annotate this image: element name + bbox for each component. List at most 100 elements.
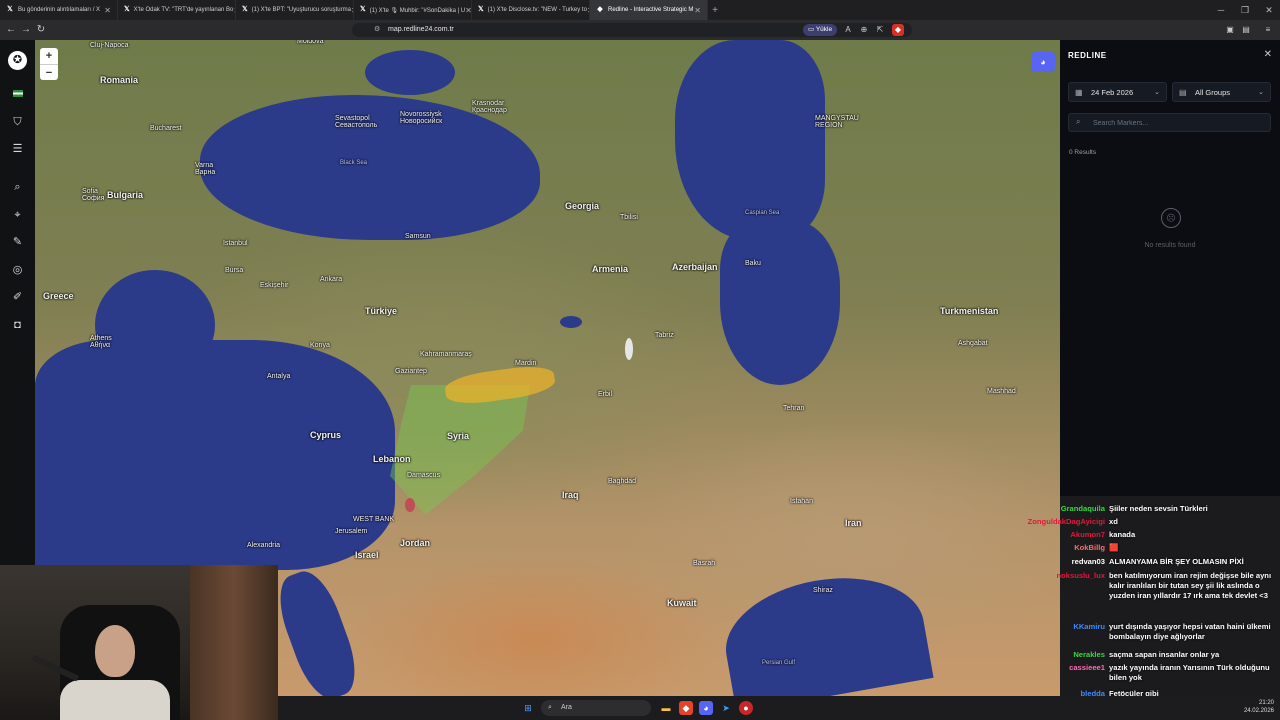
discord-icon[interactable]: ◕ (1031, 52, 1055, 72)
chat-username[interactable]: Akumon7 (1070, 530, 1105, 540)
share-icon[interactable]: ⇱ (874, 24, 886, 36)
tab-title: Bu gönderinin alıntılamaları / X (18, 7, 101, 13)
chat-username[interactable]: KKamiru (1073, 622, 1105, 632)
camera-icon[interactable]: ◘ (8, 316, 27, 335)
browser-tab[interactable]: 𝕏 (1) X'te 🎙 Muhbir: "#SonDakika | U ✕ (354, 0, 472, 20)
map-label: Samsun (405, 233, 431, 240)
results-count: 0 Results (1069, 149, 1097, 156)
browser-tab[interactable]: 𝕏(1) X'te Disclose.tv: "NEW - Turkey to✕ (472, 0, 590, 20)
map-label: WEST BANK (353, 516, 395, 523)
map-label: Ankara (320, 276, 343, 283)
maximize-icon[interactable]: ❐ (1234, 0, 1256, 20)
tab-close-icon[interactable]: ✕ (694, 6, 701, 15)
draw-icon[interactable]: ✐ (8, 288, 27, 307)
translate-button[interactable]: ▭ Yükle (803, 24, 838, 36)
sliders-icon[interactable]: ☰ (8, 140, 27, 159)
close-window-icon[interactable]: ✕ (1258, 0, 1280, 20)
map-label: Turkmenistan (940, 306, 999, 316)
ruler-icon[interactable]: ✎ (8, 233, 27, 252)
filter-icon: ▤ (1179, 88, 1187, 97)
empty-state-text: No results found (1144, 242, 1196, 249)
new-tab-icon[interactable]: + (708, 5, 722, 16)
map-label: Shiraz (813, 587, 833, 594)
site-info-icon[interactable]: ⚙ (374, 23, 380, 37)
x-icon: 𝕏 (360, 6, 366, 13)
minimize-icon[interactable]: ─ (1210, 0, 1232, 20)
chat-text: 🟥 (1109, 543, 1119, 552)
obs-icon[interactable]: ● (739, 701, 753, 715)
chat-username[interactable]: noksuslu_lux (1056, 571, 1105, 581)
chat-username[interactable]: ZonguldakDagAyicigi (1028, 517, 1105, 527)
map-label: Antalya (267, 373, 291, 380)
mediterranean-sea (35, 340, 395, 570)
tab-title: (1) X'te 🎙 Muhbir: "#SonDakika | U (369, 7, 466, 14)
shield-icon[interactable]: ⛉ (8, 113, 27, 132)
windows-start-icon[interactable]: ⊞ (521, 701, 535, 715)
map-label: Syria (447, 431, 470, 441)
search-icon[interactable]: ⌕ (8, 178, 27, 197)
pin-icon[interactable]: ⌖ (8, 206, 27, 225)
chat-username[interactable]: cassieee1 (1069, 663, 1105, 673)
telegram-icon[interactable]: ➤ (719, 701, 733, 715)
zoom-icon[interactable]: ⊕ (858, 24, 870, 36)
tab-close-icon[interactable]: ✕ (104, 6, 111, 15)
map-label: Iraq (562, 490, 579, 500)
group-select[interactable]: ▤ All Groups ⌄ (1172, 82, 1271, 102)
taskbar-search[interactable]: ⌕ Ara (541, 700, 651, 716)
brave-icon[interactable]: ◆ (679, 701, 693, 715)
forward-icon[interactable]: → (19, 23, 33, 37)
clock[interactable]: 21:20 24.02.2026 (1244, 699, 1274, 715)
wallet-icon[interactable]: ▤ (1240, 24, 1252, 36)
zoom-in-button[interactable]: + (40, 48, 58, 64)
tab-title: (1) X'te BPT: "Uyuşturucu soruşturma (251, 7, 351, 13)
conflict-marker (405, 498, 415, 512)
browser-tab[interactable]: 𝕏(1) X'te BPT: "Uyuşturucu soruşturma✕ (236, 0, 354, 20)
map-label: Erbil (598, 391, 613, 398)
browser-tab[interactable]: 𝕏 Bu gönderinin alıntılamaları / X ✕ (0, 0, 118, 20)
flag-icon[interactable] (8, 85, 27, 104)
chat-text: Şiiler neden sevsin Türkleri (1109, 504, 1208, 513)
zoom-out-button[interactable]: − (40, 64, 58, 81)
chat-text: saçma sapan insanlar onlar ya (1109, 650, 1220, 659)
logo-icon[interactable]: ✪ (8, 51, 27, 70)
chat-text: kanada (1109, 530, 1136, 539)
chat-username[interactable]: KokBillg (1074, 543, 1105, 553)
reload-icon[interactable]: ↻ (34, 23, 48, 37)
map-label: Tbilisi (620, 214, 638, 221)
map-label: Mashhad (987, 388, 1016, 395)
map-label: Türkiye (365, 306, 398, 316)
discord-taskbar-icon[interactable]: ◕ (699, 701, 713, 715)
tab-close-icon[interactable]: ✕ (465, 6, 471, 15)
browser-tab[interactable]: 𝕏X'te Odak TV: "TRT'de yayınlanan Bo✕ (118, 0, 236, 20)
search-icon: ⌕ (548, 704, 552, 711)
brave-shield-icon[interactable]: ◆ (892, 24, 904, 36)
lake-urmia (625, 338, 633, 360)
url-text: map.redline24.com.tr (388, 26, 454, 33)
folder-icon[interactable]: ▬ (659, 701, 673, 715)
panel-close-icon[interactable]: ✕ (1264, 49, 1272, 60)
target-icon[interactable]: ◎ (8, 261, 27, 280)
x-icon: 𝕏 (7, 6, 13, 13)
map-label: Greece (43, 291, 74, 301)
map-label: Black Sea (340, 160, 368, 166)
back-icon[interactable]: ← (4, 23, 18, 37)
map-label: Persian Gulf (762, 660, 796, 666)
translate-page-icon[interactable]: A (842, 24, 854, 36)
tab-title: (1) X'te Disclose.tv: "NEW - Turkey to (487, 7, 587, 13)
tab-title: Redline - Interactive Strategic M (608, 7, 694, 13)
chat-username[interactable]: Grandaquila (1061, 504, 1105, 514)
streamer-body (60, 680, 170, 720)
chat-username[interactable]: Nerakles (1073, 650, 1105, 660)
zoom-control: + − (40, 48, 58, 80)
chat-text: ben katılmıyorum iran rejim değişse bile… (1109, 571, 1272, 600)
extensions-icon[interactable]: ▣ (1224, 24, 1236, 36)
stream-chat: Grandaquila Şiiler neden sevsin Türkleri Z… (1028, 496, 1280, 712)
marker-search-input[interactable] (1091, 116, 1265, 131)
chat-username[interactable]: redvan03 (1072, 557, 1105, 567)
date-select[interactable]: ▦ 24 Feb 2026 ⌄ (1068, 82, 1167, 102)
map-label: Armenia (592, 264, 629, 274)
browser-tab[interactable]: ◆ Redline - Interactive Strategic M ✕ (590, 0, 708, 20)
map-label: Basrah (693, 560, 716, 567)
menu-icon[interactable]: ≡ (1262, 24, 1274, 36)
taskbar: ⊞ ⌕ Ara ▬ ◆ ◕ ➤ ● 21:20 24.02.2026 (278, 696, 1280, 720)
